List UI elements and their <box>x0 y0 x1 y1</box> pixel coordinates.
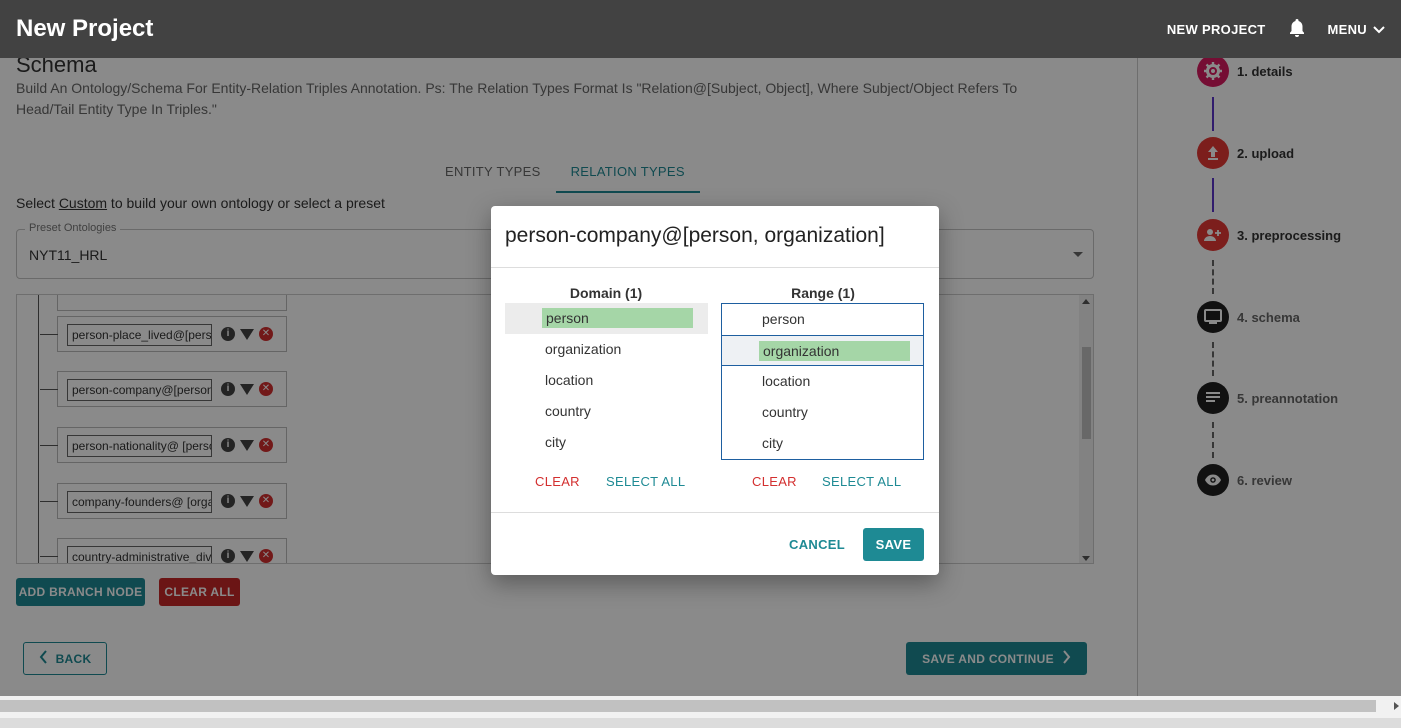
domain-item-location[interactable]: location <box>505 365 708 396</box>
item-label: organization <box>545 341 622 357</box>
dialog-title: person-company@[person, organization] <box>505 224 885 247</box>
range-list: person organization location country cit… <box>721 303 924 460</box>
range-clear-button[interactable]: CLEAR <box>752 474 797 489</box>
item-label: city <box>545 434 566 450</box>
item-label: person <box>546 310 589 326</box>
divider <box>491 512 939 513</box>
domain-item-country[interactable]: country <box>505 396 708 427</box>
item-label: organization <box>763 343 840 359</box>
range-item-location[interactable]: location <box>722 366 923 397</box>
range-item-organization[interactable]: organization <box>722 335 923 366</box>
range-header: Range (1) <box>791 285 855 301</box>
domain-clear-button[interactable]: CLEAR <box>535 474 580 489</box>
item-label: person <box>762 311 805 327</box>
item-label: city <box>762 435 783 451</box>
scrollbar-thumb[interactable] <box>0 700 1376 712</box>
item-label: location <box>762 373 811 389</box>
menu-button[interactable]: MENU <box>1328 22 1385 37</box>
domain-item-organization[interactable]: organization <box>505 334 708 365</box>
range-item-city[interactable]: city <box>722 428 923 459</box>
item-label: country <box>762 404 808 420</box>
chevron-down-icon <box>1373 22 1385 37</box>
save-button[interactable]: SAVE <box>863 528 924 561</box>
new-project-link[interactable]: NEW PROJECT <box>1167 22 1266 37</box>
relation-edit-dialog: person-company@[person, organization] Do… <box>491 206 939 575</box>
divider <box>491 267 939 268</box>
app-bar: New Project NEW PROJECT MENU <box>0 0 1401 58</box>
range-item-person[interactable]: person <box>722 304 923 335</box>
scroll-right-icon[interactable] <box>1394 702 1399 710</box>
item-label: country <box>545 403 591 419</box>
app-title: New Project <box>16 15 154 42</box>
item-label: location <box>545 372 594 388</box>
domain-select-all-button[interactable]: SELECT ALL <box>606 474 685 489</box>
domain-list: person organization location country cit… <box>505 303 708 458</box>
scrollbar-track-bottom <box>0 718 1401 728</box>
domain-header: Domain (1) <box>569 285 643 301</box>
range-select-all-button[interactable]: SELECT ALL <box>822 474 901 489</box>
page-horizontal-scrollbar[interactable] <box>0 696 1401 728</box>
bell-icon[interactable] <box>1288 18 1306 41</box>
cancel-button[interactable]: CANCEL <box>782 528 852 560</box>
range-item-country[interactable]: country <box>722 397 923 428</box>
domain-item-city[interactable]: city <box>505 427 708 458</box>
menu-label: MENU <box>1327 21 1367 37</box>
domain-item-person[interactable]: person <box>505 303 708 334</box>
